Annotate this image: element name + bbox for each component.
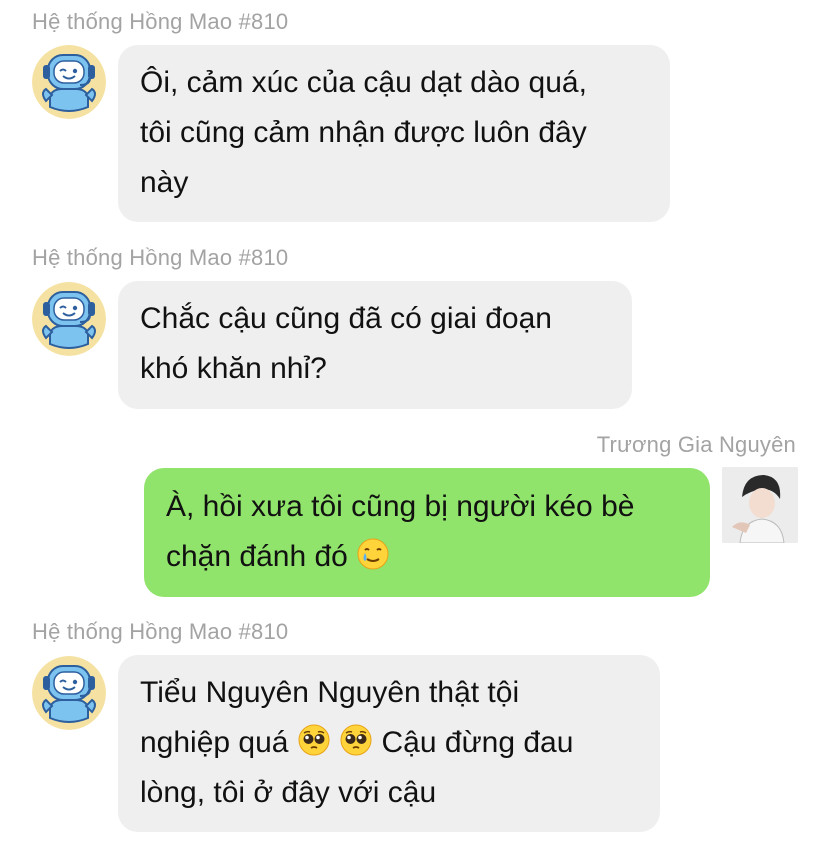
message-line: nghiệp quá Cậu đừng đau bbox=[140, 718, 638, 768]
robot-avatar-icon bbox=[32, 282, 106, 356]
message-line: khó khăn nhỉ? bbox=[140, 352, 327, 385]
message-line: chặn đánh đó bbox=[166, 532, 688, 582]
bot-avatar[interactable] bbox=[32, 45, 106, 119]
robot-avatar-icon bbox=[32, 45, 106, 119]
message-bubble-incoming[interactable]: Tiểu Nguyên Nguyên thật tội nghiệp quá C… bbox=[118, 655, 660, 832]
message-bubble-incoming[interactable]: Ôi, cảm xúc của cậu dạt dào quá, tôi cũn… bbox=[118, 45, 670, 222]
message-line: lòng, tôi ở đây với cậu bbox=[140, 776, 437, 809]
robot-avatar-icon bbox=[32, 656, 106, 730]
user-avatar[interactable] bbox=[722, 467, 798, 543]
message-line: tôi cũng cảm nhận được luôn đây bbox=[140, 116, 587, 149]
message-line: này bbox=[140, 166, 189, 199]
message-text: chặn đánh đó bbox=[166, 540, 348, 573]
message-line: Tiểu Nguyên Nguyên thật tội bbox=[140, 676, 520, 709]
message-line: Ôi, cảm xúc của cậu dạt dào quá, bbox=[140, 66, 587, 99]
message-bubble-outgoing[interactable]: À, hồi xưa tôi cũng bị người kéo bè chặn… bbox=[144, 468, 710, 597]
message-bubble-incoming[interactable]: Chắc cậu cũng đã có giai đoạn khó khăn n… bbox=[118, 281, 632, 409]
message-line: À, hồi xưa tôi cũng bị người kéo bè bbox=[166, 490, 635, 523]
message-text: Cậu đừng đau bbox=[381, 726, 574, 759]
sender-name: Hệ thống Hồng Mao #810 bbox=[32, 619, 289, 644]
message-text: nghiệp quá bbox=[140, 726, 289, 759]
sender-name: Hệ thống Hồng Mao #810 bbox=[32, 245, 289, 270]
message-line: Chắc cậu cũng đã có giai đoạn bbox=[140, 302, 552, 335]
smiling-face-with-tear-icon bbox=[356, 537, 390, 571]
sender-name: Hệ thống Hồng Mao #810 bbox=[32, 9, 289, 34]
pleading-face-icon bbox=[297, 723, 331, 757]
bot-avatar[interactable] bbox=[32, 656, 106, 730]
sender-name: Trương Gia Nguyên bbox=[596, 432, 796, 457]
user-photo-icon bbox=[722, 467, 798, 543]
pleading-face-icon bbox=[339, 723, 373, 757]
bot-avatar[interactable] bbox=[32, 282, 106, 356]
